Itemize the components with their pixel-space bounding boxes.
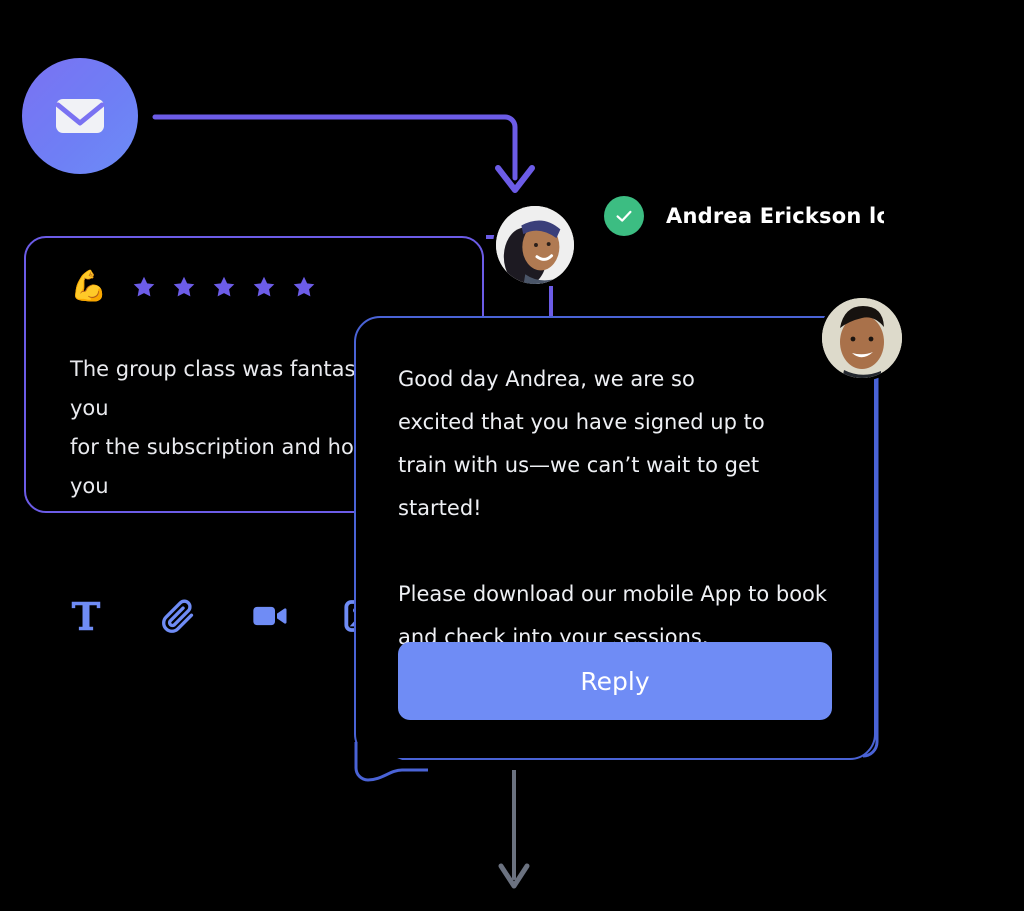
chat-paragraph-2: Please download our mobile App to book a… xyxy=(398,582,828,649)
reply-button[interactable]: Reply xyxy=(398,642,832,720)
status-row: Andrea Erickson logged in xyxy=(604,196,884,236)
chat-message: Good day Andrea, we are so excited that … xyxy=(398,358,838,659)
connector-arrow-down xyxy=(498,770,530,889)
status-text: Andrea Erickson logged in xyxy=(666,204,884,228)
star-icon xyxy=(131,274,157,300)
video-icon[interactable] xyxy=(246,592,294,640)
rating-row: 💪 xyxy=(70,272,317,302)
star-icon xyxy=(291,274,317,300)
text-icon[interactable] xyxy=(62,592,110,640)
star-icon xyxy=(251,274,277,300)
check-circle-icon xyxy=(604,196,644,236)
star-icon xyxy=(171,274,197,300)
canvas: Andrea Erickson logged in 💪 The group cl… xyxy=(0,0,1024,911)
andrea-avatar[interactable] xyxy=(496,206,574,284)
chat-paragraph-1: Good day Andrea, we are so excited that … xyxy=(398,367,765,520)
envelope-icon xyxy=(48,84,112,148)
star-icon xyxy=(211,274,237,300)
mail-badge[interactable] xyxy=(22,58,138,174)
attachment-icon[interactable] xyxy=(154,592,202,640)
composer-toolbar xyxy=(62,592,386,640)
bicep-emoji: 💪 xyxy=(70,270,108,303)
chat-bubble: Good day Andrea, we are so excited that … xyxy=(354,316,876,760)
coach-avatar[interactable] xyxy=(822,298,902,378)
